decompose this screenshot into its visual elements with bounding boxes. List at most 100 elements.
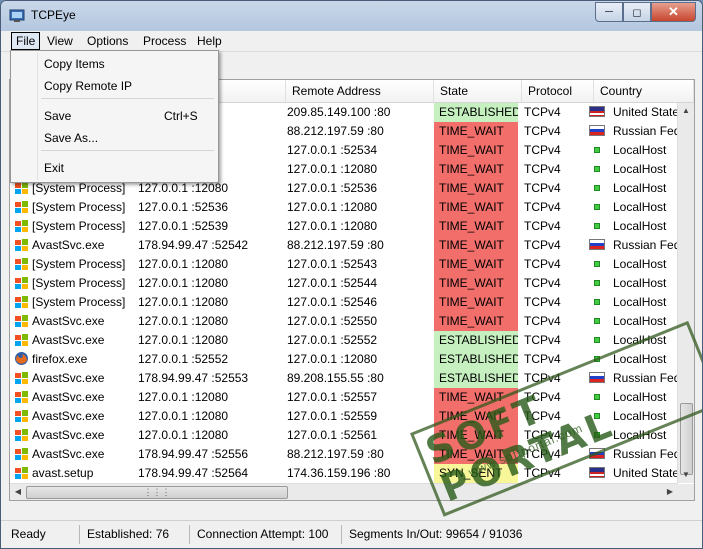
cell-remote-address: 88.212.197.59 :80 [287, 447, 384, 461]
cell-local-address: 127.0.0.1 :12080 [138, 314, 229, 328]
localhost-icon [594, 356, 600, 362]
menu-item-copy-remote-ip[interactable]: Copy Remote IP [13, 76, 216, 96]
cell-remote-address: 174.36.159.196 :80 [287, 466, 391, 480]
column-header-protocol[interactable]: Protocol [522, 80, 594, 102]
table-row[interactable]: AvastSvc.exe 178.94.99.47 :52556 88.212.19… [10, 445, 680, 464]
scroll-up-arrow-icon[interactable]: ▲ [678, 103, 694, 119]
cell-country: LocalHost [589, 312, 680, 331]
country-name: Russian Federation [613, 124, 680, 138]
cell-remote-address: 127.0.0.1 :52557 [287, 390, 378, 404]
windows-process-icon [14, 332, 29, 347]
vertical-scrollbar[interactable]: ▲ ▼ [677, 103, 694, 483]
cell-remote-address: 127.0.0.1 :52544 [287, 276, 378, 290]
menu-help[interactable]: Help [193, 33, 226, 49]
windows-process-icon [14, 370, 29, 385]
country-flag-icon [589, 448, 605, 459]
country-flag-icon [589, 467, 605, 478]
country-name: LocalHost [613, 143, 667, 157]
table-row[interactable]: AvastSvc.exe 127.0.0.1 :12080 127.0.0.1 :5… [10, 426, 680, 445]
cell-state: TIME_WAIT [434, 293, 518, 312]
close-button[interactable]: ✕ [651, 2, 696, 22]
table-row[interactable]: firefox.exe 127.0.0.1 :52552 127.0.0.1 :12… [10, 350, 680, 369]
cell-protocol: TCPv4 [524, 238, 561, 252]
table-row[interactable]: AvastSvc.exe 127.0.0.1 :12080 127.0.0.1 :5… [10, 388, 680, 407]
cell-protocol: TCPv4 [524, 333, 561, 347]
horizontal-scroll-thumb[interactable]: ⋮⋮⋮ [26, 486, 288, 499]
menu-file[interactable]: File [11, 32, 41, 50]
menu-item-exit[interactable]: Exit [13, 158, 216, 178]
country-name: LocalHost [613, 390, 667, 404]
column-header-country[interactable]: Country [594, 80, 694, 102]
firefox-icon [14, 351, 29, 366]
menu-item-copy-items[interactable]: Copy Items [13, 54, 216, 74]
cell-country: LocalHost [589, 160, 680, 179]
cell-local-address: 127.0.0.1 :12080 [138, 257, 229, 271]
localhost-icon [594, 280, 600, 286]
scroll-left-arrow-icon[interactable]: ◀ [10, 484, 26, 500]
cell-country: LocalHost [589, 274, 680, 293]
cell-local-address: 178.94.99.47 :52564 [138, 466, 249, 480]
table-row[interactable]: AvastSvc.exe 127.0.0.1 :12080 127.0.0.1 :5… [10, 407, 680, 426]
close-icon: ✕ [668, 4, 679, 19]
cell-state: SYN_SENT [434, 464, 518, 483]
cell-local-address: 127.0.0.1 :52536 [138, 200, 229, 214]
menu-options[interactable]: Options [83, 33, 132, 49]
cell-country: Russian Federation [589, 236, 680, 255]
menu-item-label: Copy Items [44, 57, 105, 71]
maximize-button[interactable]: ◻ [623, 2, 651, 22]
menu-view[interactable]: View [43, 33, 77, 49]
title-bar[interactable]: TCPEye ─ ◻ ✕ [1, 1, 702, 31]
table-row[interactable]: [System Process] 127.0.0.1 :52539 127.0.0.… [10, 217, 680, 236]
localhost-icon [594, 223, 600, 229]
windows-process-icon [14, 199, 29, 214]
table-row[interactable]: [System Process] 127.0.0.1 :52536 127.0.0.… [10, 198, 680, 217]
cell-process: AvastSvc.exe [14, 331, 136, 350]
table-row[interactable]: AvastSvc.exe 127.0.0.1 :12080 127.0.0.1 :5… [10, 312, 680, 331]
windows-process-icon [14, 427, 29, 442]
cell-state: TIME_WAIT [434, 274, 518, 293]
localhost-icon [594, 337, 600, 343]
windows-process-icon [14, 237, 29, 252]
cell-state: ESTABLISHED [434, 103, 518, 122]
column-header-state[interactable]: State [434, 80, 522, 102]
column-header-remote-address[interactable]: Remote Address [286, 80, 434, 102]
menu-item-save[interactable]: Save Ctrl+S [13, 106, 216, 126]
table-row[interactable]: AvastSvc.exe 127.0.0.1 :12080 127.0.0.1 :5… [10, 331, 680, 350]
cell-remote-address: 127.0.0.1 :52559 [287, 409, 378, 423]
cell-local-address: 127.0.0.1 :12080 [138, 428, 229, 442]
menu-bar: File View Options Process Help [1, 31, 702, 52]
table-row[interactable]: AvastSvc.exe 178.94.99.47 :52542 88.212.19… [10, 236, 680, 255]
table-row[interactable]: [System Process] 127.0.0.1 :12080 127.0.0.… [10, 293, 680, 312]
maximize-icon: ◻ [632, 6, 642, 19]
cell-state: TIME_WAIT [434, 426, 518, 445]
status-connection-attempt: Connection Attempt: 100 [195, 525, 342, 544]
table-row[interactable]: AvastSvc.exe 178.94.99.47 :52553 89.208.15… [10, 369, 680, 388]
table-row[interactable]: [System Process] 127.0.0.1 :12080 127.0.0.… [10, 274, 680, 293]
country-flag-icon [589, 372, 605, 383]
table-row[interactable]: [System Process] 127.0.0.1 :12080 127.0.0.… [10, 255, 680, 274]
scroll-right-arrow-icon[interactable]: ▶ [662, 484, 678, 500]
menu-separator [41, 150, 214, 151]
table-row[interactable]: avast.setup 178.94.99.47 :52564 174.36.159… [10, 464, 680, 483]
status-bar: Ready Established: 76 Connection Attempt… [1, 520, 702, 548]
vertical-scroll-thumb[interactable] [680, 403, 693, 475]
cell-state: TIME_WAIT [434, 217, 518, 236]
cell-local-address: 178.94.99.47 :52553 [138, 371, 249, 385]
cell-process: [System Process] [14, 217, 136, 236]
horizontal-scrollbar[interactable]: ◀ ⋮⋮⋮ ▶ [10, 483, 678, 500]
menu-process[interactable]: Process [139, 33, 190, 49]
cell-country: LocalHost [589, 407, 680, 426]
cell-protocol: TCPv4 [524, 143, 561, 157]
menu-separator [41, 98, 214, 99]
cell-protocol: TCPv4 [524, 409, 561, 423]
country-name: LocalHost [613, 314, 667, 328]
scroll-down-arrow-icon[interactable]: ▼ [678, 467, 694, 483]
menu-item-save-as[interactable]: Save As... [13, 128, 216, 148]
country-name: LocalHost [613, 219, 667, 233]
cell-protocol: TCPv4 [524, 219, 561, 233]
cell-state: TIME_WAIT [434, 255, 518, 274]
country-name: LocalHost [613, 181, 667, 195]
cell-country: United States [589, 103, 680, 122]
minimize-button[interactable]: ─ [595, 2, 623, 22]
localhost-icon [594, 432, 600, 438]
